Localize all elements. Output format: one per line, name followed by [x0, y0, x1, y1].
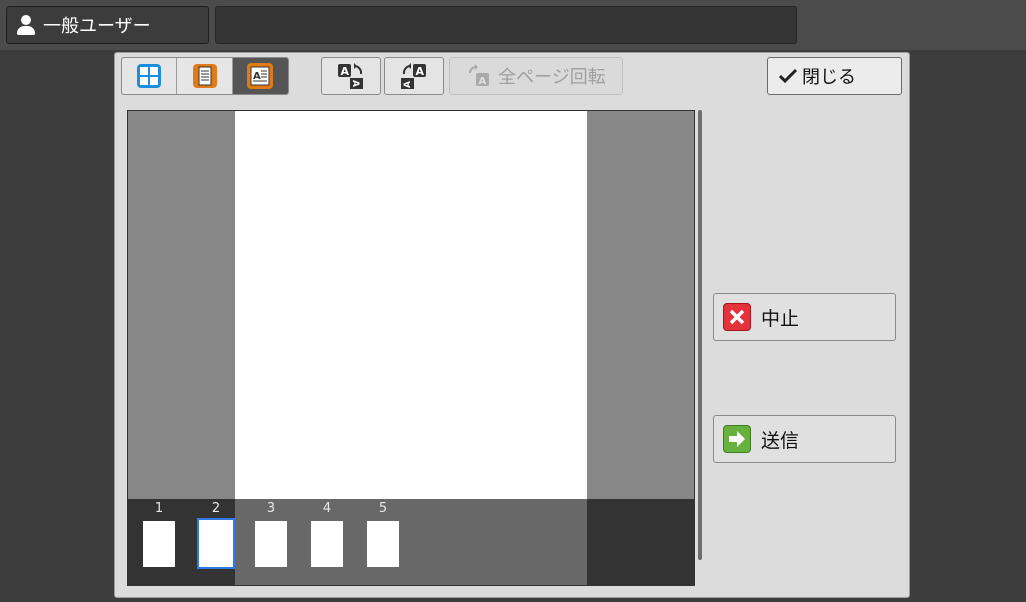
preview-scrollbar[interactable]: [698, 110, 702, 560]
close-button[interactable]: 閉じる: [767, 57, 902, 95]
page-view-button[interactable]: [177, 58, 233, 94]
stop-label: 中止: [761, 307, 800, 330]
page-view-icon: [192, 64, 217, 88]
page-number: 1: [154, 501, 164, 516]
page-detail-view-button[interactable]: A: [232, 58, 288, 94]
user-button[interactable]: 一般ユーザー: [6, 6, 209, 44]
current-page-preview: [235, 111, 587, 499]
send-label: 送信: [761, 429, 800, 452]
rotate-left-icon: A A: [338, 63, 363, 89]
rotate-left-button[interactable]: A A: [321, 57, 381, 95]
svg-text:A: A: [350, 80, 360, 87]
page-number: 5: [378, 501, 388, 516]
preview-panel: A A A A A A 全ページ回転 閉じる 1 2 3 4 5 中止 送信: [114, 52, 910, 598]
user-icon: [17, 15, 35, 35]
grid-view-button[interactable]: [122, 58, 178, 94]
svg-text:A: A: [253, 71, 261, 82]
rotate-right-button[interactable]: A A: [384, 57, 444, 95]
svg-text:A: A: [341, 65, 350, 78]
page-thumbnail[interactable]: 1: [139, 499, 179, 585]
thumbnail-strip: 1 2 3 4 5: [128, 499, 694, 585]
svg-text:A: A: [403, 81, 413, 88]
page-thumbnail[interactable]: 3: [251, 499, 291, 585]
grid-view-icon: [137, 64, 162, 88]
page-preview-area[interactable]: 1 2 3 4 5: [127, 110, 695, 586]
page-thumbnail-selected[interactable]: 2: [196, 499, 236, 585]
page-number: 2: [211, 501, 221, 516]
send-button[interactable]: 送信: [713, 415, 896, 463]
stop-button[interactable]: 中止: [713, 293, 896, 341]
close-label: 閉じる: [802, 67, 856, 88]
checkmark-icon: [778, 68, 798, 84]
page-number: 4: [322, 501, 332, 516]
stop-x-icon: [723, 303, 751, 331]
send-arrow-icon: [723, 425, 751, 453]
page-thumbnail[interactable]: 5: [363, 499, 403, 585]
rotate-all-pages-button[interactable]: A 全ページ回転: [449, 57, 623, 95]
rotate-all-icon: A: [469, 64, 490, 87]
svg-text:A: A: [479, 76, 487, 87]
user-label: 一般ユーザー: [43, 16, 151, 37]
svg-text:A: A: [416, 65, 425, 78]
view-mode-selector: A: [121, 57, 289, 95]
rotate-all-label: 全ページ回転: [498, 67, 606, 88]
page-thumbnail[interactable]: 4: [307, 499, 347, 585]
rotate-right-icon: A A: [401, 63, 426, 89]
page-detail-view-icon: A: [247, 63, 274, 89]
page-number: 3: [266, 501, 276, 516]
message-bar: [215, 6, 797, 44]
top-bar: 一般ユーザー: [0, 0, 1026, 50]
